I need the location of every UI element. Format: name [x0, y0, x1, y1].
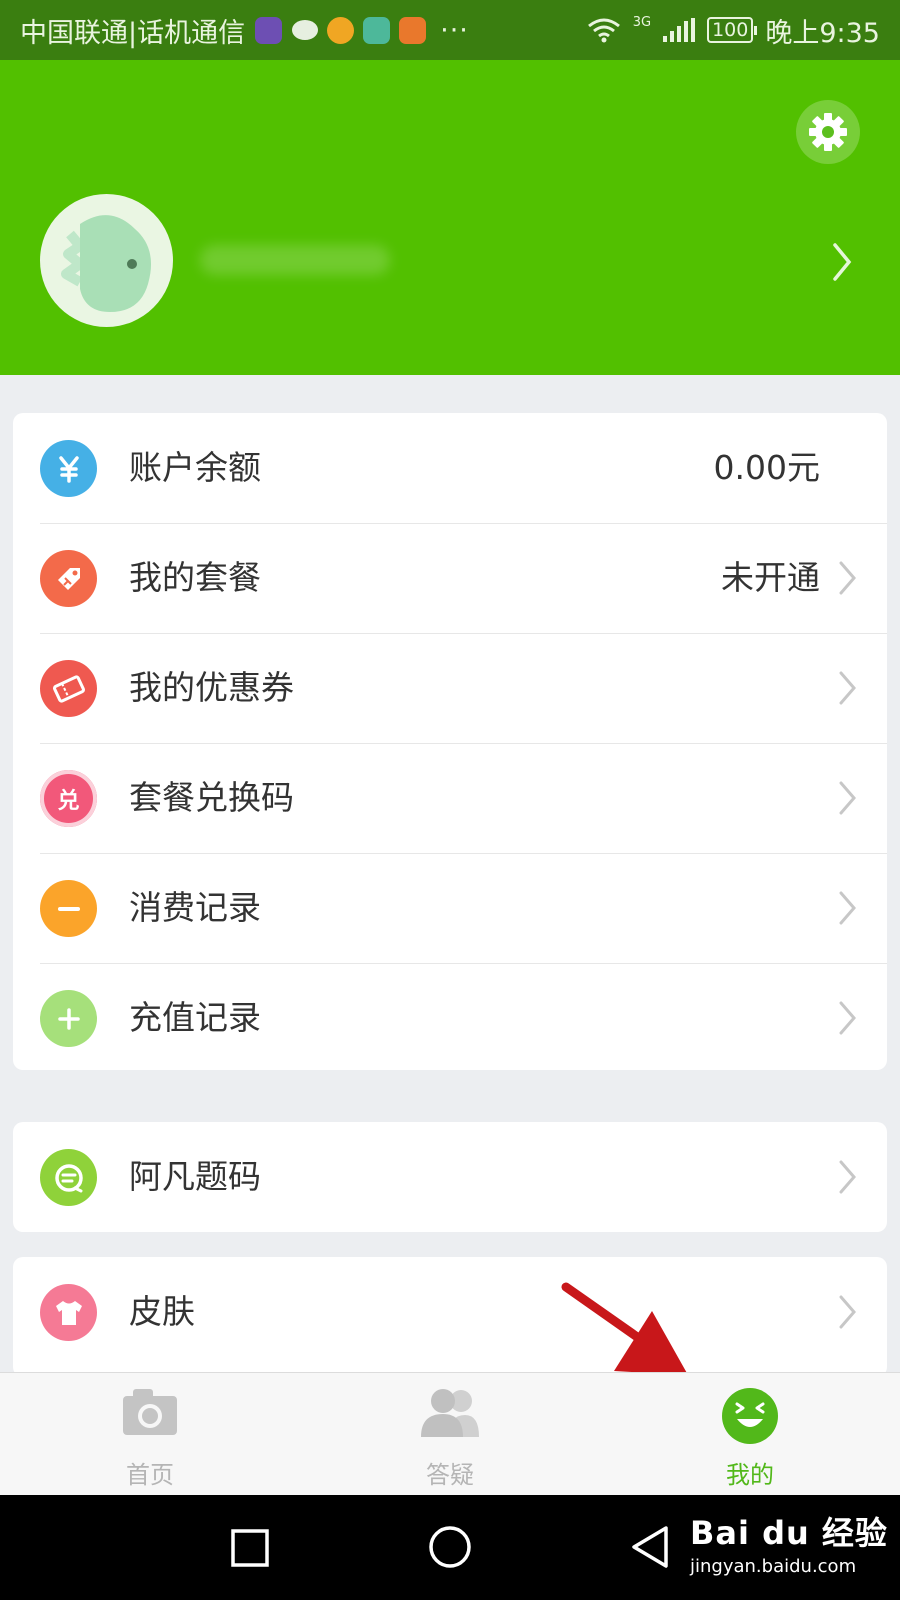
menu-item-label: 账户余额: [129, 448, 261, 487]
menu-item-recharge-records[interactable]: 充值记录: [13, 963, 887, 1070]
balance-value: 0.00元: [713, 448, 820, 487]
menu-item-label: 消费记录: [129, 888, 261, 927]
tab-label: 答疑: [426, 1461, 474, 1489]
network-type: 3G: [632, 14, 652, 30]
menu-item-label: 充值记录: [129, 998, 261, 1037]
bottom-tab-bar: 首页 答疑 我的: [0, 1372, 900, 1495]
chevron-right-icon: [839, 1001, 856, 1035]
chevron-right-icon: [839, 561, 856, 595]
home-button[interactable]: [428, 1525, 472, 1569]
menu-item-label: 我的套餐: [129, 558, 261, 597]
chevron-right-icon: [839, 1295, 856, 1329]
menu-item-label: 我的优惠券: [129, 668, 294, 707]
tshirt-icon: [40, 1284, 97, 1341]
avatar[interactable]: [40, 194, 173, 327]
menu-item-coupons[interactable]: 我的优惠券: [13, 633, 887, 743]
redeem-icon-text: 兑: [57, 788, 80, 814]
menu-item-redeem-code[interactable]: 兑 套餐兑换码: [13, 743, 887, 853]
tag-icon: [40, 550, 97, 607]
recent-apps-button[interactable]: [230, 1528, 270, 1568]
battery-level: 100: [712, 19, 749, 41]
settings-button[interactable]: [796, 100, 860, 164]
chevron-right-icon: [839, 1160, 856, 1194]
coupon-icon: [40, 660, 97, 717]
gear-icon: [809, 113, 847, 151]
app-notification-icon: [327, 16, 355, 44]
menu-item-label: 阿凡题码: [129, 1157, 261, 1196]
watermark-url: jingyan.baidu.com: [690, 1556, 857, 1577]
status-bar: 中国联通|话机通信 ··· 3G 100 晚上9:35: [0, 0, 900, 60]
app-notification-icon: [255, 16, 283, 44]
profile-header[interactable]: [0, 60, 900, 375]
more-notifications: ···: [440, 14, 469, 46]
baidu-jingyan-watermark: Bai du 经验 jingyan.baidu.com: [690, 1508, 888, 1577]
yen-icon: [40, 440, 97, 497]
message-icon: [291, 17, 319, 44]
minus-icon: [40, 880, 97, 937]
clock: 晚上9:35: [765, 17, 880, 49]
camera-app-icon: [363, 16, 391, 44]
menu-item-label: 套餐兑换码: [129, 778, 294, 817]
account-menu-card: 账户余额 0.00元 我的套餐 未开通 我的优惠券 兑 套餐兑换码 消费记录 充…: [13, 413, 887, 1070]
camera-icon: [123, 1389, 177, 1435]
smiley-icon: [722, 1388, 778, 1444]
menu-item-balance[interactable]: 账户余额 0.00元: [13, 413, 887, 523]
signal-icon: [663, 18, 696, 42]
menu-item-afan-code[interactable]: 阿凡题码: [13, 1122, 887, 1232]
wifi-icon: [587, 18, 620, 43]
uc-browser-icon: [399, 16, 427, 44]
tab-label: 首页: [126, 1461, 174, 1489]
chevron-right-icon: [839, 671, 856, 705]
plan-status-value: 未开通: [721, 558, 820, 597]
watermark-logo: Bai du 经验: [690, 1514, 888, 1552]
menu-item-skin[interactable]: 皮肤: [13, 1257, 887, 1367]
tab-qa[interactable]: 答疑: [300, 1373, 600, 1496]
tab-mine[interactable]: 我的: [600, 1373, 900, 1496]
back-button[interactable]: [630, 1525, 670, 1569]
tab-label: 我的: [726, 1461, 774, 1489]
red-arrow-annotation: [561, 1282, 688, 1375]
users-icon: [421, 1389, 479, 1437]
plus-icon: [40, 990, 97, 1047]
notification-icons: [255, 16, 427, 44]
mascot-avatar-icon: [61, 215, 152, 312]
chevron-right-icon: [839, 781, 856, 815]
username-redacted: [200, 245, 390, 275]
tools-menu-card: 阿凡题码: [13, 1122, 887, 1232]
skin-menu-card: 皮肤: [13, 1257, 887, 1377]
chevron-right-icon: [839, 891, 856, 925]
tab-home[interactable]: 首页: [0, 1373, 300, 1496]
menu-item-my-plan[interactable]: 我的套餐 未开通: [13, 523, 887, 633]
menu-item-spending-records[interactable]: 消费记录: [13, 853, 887, 963]
chevron-right-icon[interactable]: [832, 242, 852, 282]
redeem-icon: 兑: [40, 770, 97, 827]
menu-item-label: 皮肤: [129, 1292, 195, 1331]
carrier-label: 中国联通|话机通信: [20, 17, 246, 49]
battery-icon: 100: [707, 17, 758, 43]
chat-code-icon: [40, 1149, 97, 1206]
